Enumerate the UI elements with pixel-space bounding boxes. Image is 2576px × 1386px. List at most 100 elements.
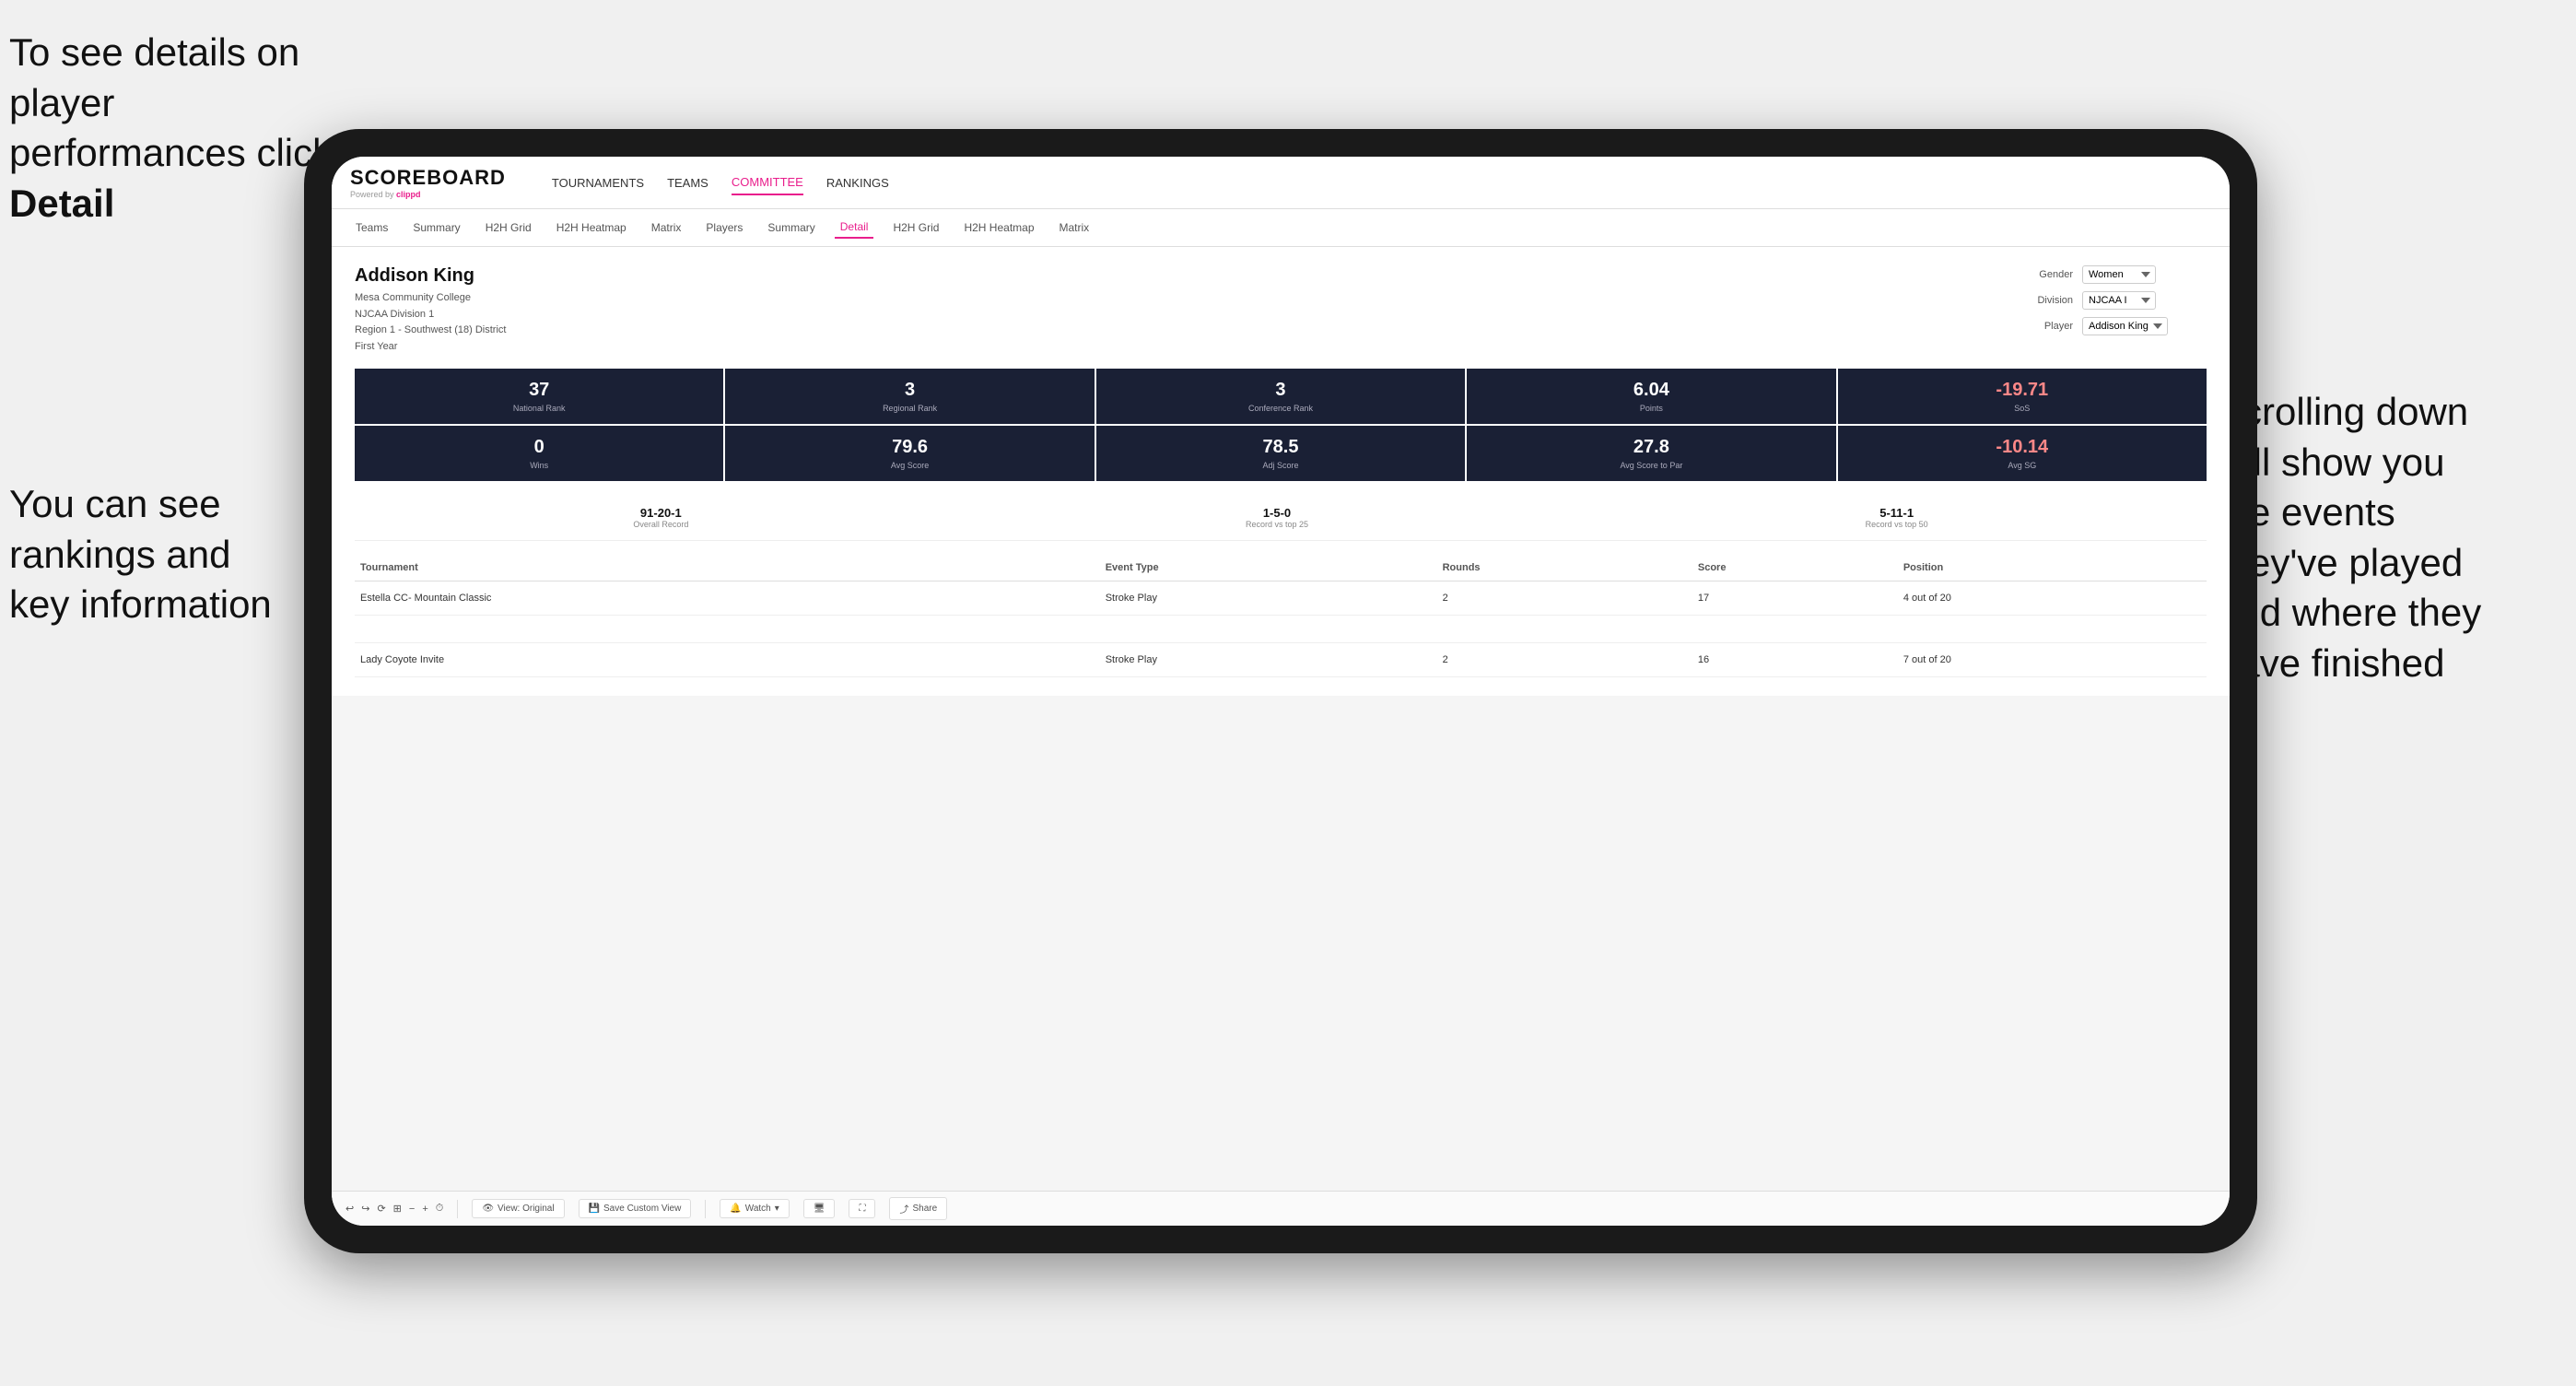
watch-icon: 🔔 — [730, 1204, 741, 1214]
player-label: Player — [2022, 321, 2073, 332]
watch-btn[interactable]: 🔔 Watch ▾ — [720, 1199, 789, 1218]
cell-empty — [1692, 616, 1898, 643]
bottom-toolbar: ↩ ↪ ⟳ ⊞ − + ⏱ 👁 View: Original 💾 Save Cu… — [332, 1191, 2230, 1226]
cell-rounds-1: 2 — [1437, 581, 1692, 616]
main-content: Addison King Mesa Community College NJCA… — [332, 247, 2230, 1191]
tablet-frame: SCOREBOARD Powered by clippd TOURNAMENTS… — [304, 129, 2257, 1253]
stat-avg-sg: -10.14 Avg SG — [1838, 426, 2207, 481]
annotation-top-left-text: To see details on player performances cl… — [9, 30, 332, 174]
table-header: Tournament Event Type Rounds Score Posit… — [355, 555, 2207, 581]
cell-score-1: 17 — [1692, 581, 1898, 616]
save-icon: 💾 — [589, 1204, 600, 1214]
toolbar-divider-2 — [705, 1200, 706, 1218]
tab-players[interactable]: Players — [700, 217, 748, 238]
plus-icon[interactable]: + — [422, 1204, 427, 1215]
cell-empty — [1100, 616, 1437, 643]
col-position: Position — [1898, 555, 2207, 581]
nav-tournaments[interactable]: TOURNAMENTS — [552, 171, 644, 194]
tablet-screen: SCOREBOARD Powered by clippd TOURNAMENTS… — [332, 157, 2230, 1226]
player-controls: Gender Women Division NJCAA I — [2022, 265, 2207, 335]
annotation-bottom-text3: key information — [9, 582, 272, 626]
tab-matrix1[interactable]: Matrix — [646, 217, 687, 238]
clock-icon[interactable]: ⏱ — [436, 1203, 444, 1215]
table-body: Estella CC- Mountain Classic Stroke Play… — [355, 581, 2207, 677]
division-label: Division — [2022, 295, 2073, 306]
redo-icon[interactable]: ↪ — [361, 1203, 369, 1215]
sub-nav: Teams Summary H2H Grid H2H Heatmap Matri… — [332, 209, 2230, 247]
division-select[interactable]: NJCAA I — [2082, 291, 2156, 310]
annotation-bottom-left: You can see rankings and key information — [9, 479, 322, 630]
stat-avg-score: 79.6 Avg Score — [725, 426, 1094, 481]
cell-position-3: 7 out of 20 — [1898, 643, 2207, 677]
nav-teams[interactable]: TEAMS — [667, 171, 708, 194]
logo-area: SCOREBOARD Powered by clippd — [350, 166, 506, 199]
player-name: Addison King — [355, 265, 506, 287]
stat-national-rank: 37 National Rank — [355, 369, 723, 424]
player-division: NJCAA Division 1 — [355, 307, 506, 323]
tab-h2h-grid2[interactable]: H2H Grid — [887, 217, 944, 238]
player-header: Addison King Mesa Community College NJCA… — [355, 265, 2207, 355]
nav-items: TOURNAMENTS TEAMS COMMITTEE RANKINGS — [552, 170, 889, 195]
save-custom-label: Save Custom View — [603, 1204, 681, 1214]
table-row — [355, 616, 2207, 643]
nav-rankings[interactable]: RANKINGS — [826, 171, 889, 194]
col-score: Score — [1692, 555, 1898, 581]
player-region: Region 1 - Southwest (18) District — [355, 323, 506, 339]
top-nav: SCOREBOARD Powered by clippd TOURNAMENTS… — [332, 157, 2230, 209]
minus-icon[interactable]: − — [409, 1204, 415, 1215]
tab-summary2[interactable]: Summary — [762, 217, 820, 238]
stat-conference-rank: 3 Conference Rank — [1096, 369, 1465, 424]
screen-icon-btn[interactable]: 🖥 — [803, 1199, 836, 1218]
app-container: SCOREBOARD Powered by clippd TOURNAMENTS… — [332, 157, 2230, 1226]
nav-committee[interactable]: COMMITTEE — [732, 170, 803, 195]
cell-event-1: Stroke Play — [1100, 581, 1437, 616]
copy-icon[interactable]: ⊞ — [393, 1203, 402, 1215]
player-year: First Year — [355, 339, 506, 356]
logo-powered: Powered by clippd — [350, 190, 506, 199]
cell-tournament-3: Lady Coyote Invite — [355, 643, 1100, 677]
annotation-bottom-text2: rankings and — [9, 533, 231, 576]
tab-matrix2[interactable]: Matrix — [1054, 217, 1095, 238]
tab-h2h-heatmap2[interactable]: H2H Heatmap — [958, 217, 1039, 238]
player-college: Mesa Community College — [355, 290, 506, 307]
view-original-btn[interactable]: 👁 View: Original — [472, 1199, 564, 1218]
refresh-icon[interactable]: ⟳ — [377, 1203, 385, 1215]
tab-h2h-heatmap1[interactable]: H2H Heatmap — [551, 217, 632, 238]
stat-wins: 0 Wins — [355, 426, 723, 481]
tab-h2h-grid1[interactable]: H2H Grid — [480, 217, 537, 238]
stat-avg-score-to-par: 27.8 Avg Score to Par — [1467, 426, 1835, 481]
stat-points: 6.04 Points — [1467, 369, 1835, 424]
player-control: Player Addison King — [2022, 317, 2207, 335]
tab-summary1[interactable]: Summary — [407, 217, 465, 238]
table-row: Lady Coyote Invite Stroke Play 2 16 7 ou… — [355, 643, 2207, 677]
record-overall: 91-20-1 Overall Record — [633, 506, 688, 529]
tab-teams[interactable]: Teams — [350, 217, 393, 238]
tab-detail[interactable]: Detail — [835, 217, 874, 239]
col-tournament: Tournament — [355, 555, 1100, 581]
cell-empty — [1437, 616, 1692, 643]
col-event-type: Event Type — [1100, 555, 1437, 581]
player-info: Addison King Mesa Community College NJCA… — [355, 265, 506, 355]
eye-icon: 👁 — [482, 1204, 494, 1214]
player-select[interactable]: Addison King — [2082, 317, 2168, 335]
annotation-top-left: To see details on player performances cl… — [9, 28, 350, 229]
stats-grid-2: 0 Wins 79.6 Avg Score 78.5 Adj Score 2 — [355, 426, 2207, 481]
gender-control: Gender Women — [2022, 265, 2207, 284]
cell-empty — [1898, 616, 2207, 643]
annotation-bottom-text1: You can see — [9, 482, 221, 525]
gender-select[interactable]: Women — [2082, 265, 2156, 284]
annotation-right: Scrolling down will show you the events … — [2217, 387, 2548, 689]
stat-regional-rank: 3 Regional Rank — [725, 369, 1094, 424]
save-custom-btn[interactable]: 💾 Save Custom View — [579, 1199, 692, 1218]
undo-icon[interactable]: ↩ — [345, 1203, 354, 1215]
record-top25: 1-5-0 Record vs top 25 — [1246, 506, 1308, 529]
cell-event-3: Stroke Play — [1100, 643, 1437, 677]
view-original-label: View: Original — [498, 1204, 555, 1214]
fullscreen-btn[interactable]: ⛶ — [849, 1199, 875, 1218]
share-icon: ⤴ — [899, 1202, 908, 1216]
record-top50: 5-11-1 Record vs top 50 — [1866, 506, 1928, 529]
share-btn[interactable]: ⤴ Share — [889, 1197, 947, 1220]
share-label: Share — [912, 1204, 937, 1214]
annotation-detail-bold: Detail — [9, 182, 114, 225]
table-row: Estella CC- Mountain Classic Stroke Play… — [355, 581, 2207, 616]
